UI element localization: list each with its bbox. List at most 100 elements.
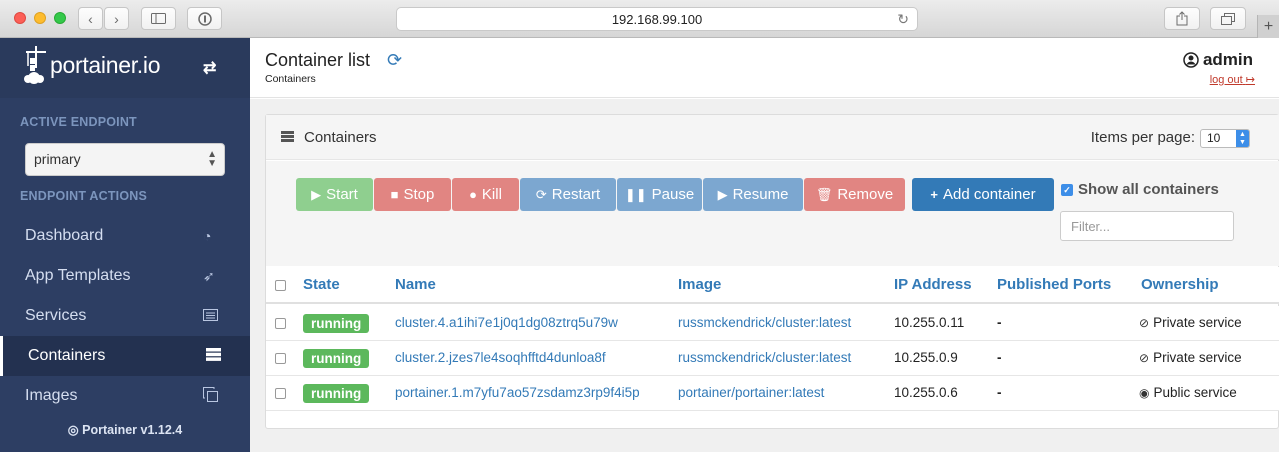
row-checkbox[interactable]	[275, 388, 286, 399]
published-ports: -	[997, 385, 1002, 400]
eye-slash-icon: ⊘	[1139, 315, 1150, 330]
list-alt-icon	[203, 308, 218, 324]
image-link[interactable]: portainer/portainer:latest	[678, 385, 824, 400]
close-window-button[interactable]	[14, 12, 26, 24]
sidebar-item-app-templates[interactable]: App Templates ➶	[0, 256, 250, 296]
panel-header: Containers Items per page: 10 ▲ ▼	[266, 115, 1279, 160]
select-caret-icon: ▲ ▼	[1236, 130, 1249, 147]
address-bar[interactable]: 192.168.99.100 ↻	[396, 7, 918, 31]
published-ports: -	[997, 315, 1002, 330]
sidebar: portainer.io ⇄ ACTIVE ENDPOINT primary ▲…	[0, 38, 250, 452]
show-all-containers-toggle[interactable]: ✓ Show all containers	[1061, 181, 1219, 198]
user-menu: admin	[1183, 50, 1253, 70]
pause-button[interactable]: ❚❚ Pause	[617, 178, 702, 211]
rocket-icon: ➶	[203, 267, 215, 284]
items-per-page-label: Items per page:	[1090, 129, 1195, 146]
table-header: State Name Image IP Address Published Po…	[266, 267, 1279, 304]
play-icon: ▶	[311, 186, 322, 202]
browser-toolbar: ‹ › 192.168.99.100 ↻ +	[0, 0, 1279, 38]
sidebar-item-label: Containers	[28, 347, 106, 364]
container-name-link[interactable]: portainer.1.m7yfu7ao57zsdamz3rp9f4i5p	[395, 385, 640, 400]
checkbox-checked-icon[interactable]: ✓	[1061, 183, 1073, 196]
app-version: ◎ Portainer v1.12.4	[0, 422, 250, 437]
eye-slash-icon: ⊘	[1139, 350, 1150, 365]
forward-button[interactable]: ›	[104, 7, 129, 30]
breadcrumb: Containers	[265, 73, 316, 85]
endpoint-select[interactable]: primary ▲ ▼	[25, 143, 225, 176]
column-header-state[interactable]: State	[303, 276, 340, 293]
username: admin	[1202, 50, 1253, 69]
column-header-name[interactable]: Name	[395, 276, 436, 293]
status-badge: running	[303, 349, 370, 368]
restart-button[interactable]: ⟳ Restart	[520, 178, 616, 211]
ip-address: 10.255.0.6	[894, 385, 958, 400]
container-name-link[interactable]: cluster.4.a1ihi7e1j0q1dg08ztrq5u79w	[395, 315, 618, 330]
main-content: Container list ⟳ Containers admin log ou…	[250, 38, 1279, 452]
container-name-link[interactable]: cluster.2.jzes7le4soqhfftd4dunloa8f	[395, 350, 606, 365]
sidebar-item-label: Dashboard	[25, 227, 104, 244]
sidebar-item-label: App Templates	[25, 267, 131, 284]
items-per-page-value: 10	[1207, 131, 1221, 145]
column-header-published-ports[interactable]: Published Ports	[997, 276, 1111, 293]
logout-link[interactable]: log out ↦	[1210, 73, 1255, 86]
show-all-label: Show all containers	[1078, 181, 1219, 198]
new-tab-button[interactable]: +	[1257, 15, 1279, 38]
stop-icon: ■	[390, 187, 399, 202]
sidebar-item-containers[interactable]: Containers	[0, 336, 250, 376]
row-checkbox[interactable]	[275, 318, 286, 329]
chevron-right-icon: ›	[114, 10, 119, 27]
start-button[interactable]: ▶ Start	[296, 178, 373, 211]
image-link[interactable]: russmckendrick/cluster:latest	[678, 315, 851, 330]
row-checkbox[interactable]	[275, 353, 286, 364]
ip-address: 10.255.0.11	[894, 315, 965, 330]
add-container-button[interactable]: + Add container	[912, 178, 1054, 211]
sidebar-item-services[interactable]: Services	[0, 296, 250, 336]
sidebar-item-dashboard[interactable]: Dashboard ◔	[0, 216, 250, 256]
column-header-ip-address[interactable]: IP Address	[894, 276, 972, 293]
containers-panel: Containers Items per page: 10 ▲ ▼ ▶ Start …	[265, 114, 1279, 429]
stop-button[interactable]: ■ Stop	[374, 178, 451, 211]
refresh-icon[interactable]: ⟳	[387, 50, 402, 71]
select-caret-icon: ▲ ▼	[207, 149, 217, 169]
status-badge: running	[303, 384, 370, 403]
eye-icon: ◉	[1139, 385, 1150, 400]
back-button[interactable]: ‹	[78, 7, 103, 30]
privacy-report-button[interactable]	[187, 7, 222, 30]
brand-bar: portainer.io ⇄	[0, 38, 250, 98]
sidebar-item-images[interactable]: Images	[0, 376, 250, 416]
server-icon	[281, 130, 294, 145]
page-title: Container list	[265, 50, 371, 70]
bomb-icon: ●	[469, 187, 477, 202]
filter-input[interactable]: Filter...	[1060, 211, 1234, 241]
endpoint-actions-header: ENDPOINT ACTIONS	[20, 189, 148, 203]
table-row: running cluster.2.jzes7le4soqhfftd4dunlo…	[266, 341, 1279, 376]
pause-icon: ❚❚	[624, 186, 647, 202]
sign-out-icon: ↦	[1245, 74, 1255, 86]
sidebar-icon	[151, 13, 166, 24]
sidebar-item-label: Images	[25, 387, 78, 404]
kill-button[interactable]: ● Kill	[452, 178, 519, 211]
reload-icon[interactable]: ↻	[897, 11, 909, 28]
remove-button[interactable]: 🗑 Remove	[804, 178, 905, 211]
ownership: ⊘ Private service	[1139, 350, 1242, 365]
sidebar-toggle-button[interactable]	[141, 7, 176, 30]
exchange-icon[interactable]: ⇄	[203, 58, 216, 78]
share-icon	[1176, 11, 1188, 26]
minimize-window-button[interactable]	[34, 12, 46, 24]
select-all-checkbox[interactable]	[275, 280, 286, 291]
url-text: 192.168.99.100	[611, 11, 703, 27]
image-link[interactable]: russmckendrick/cluster:latest	[678, 350, 851, 365]
table-row: running portainer.1.m7yfu7ao57zsdamz3rp9…	[266, 376, 1279, 411]
column-header-image[interactable]: Image	[678, 276, 721, 293]
zoom-window-button[interactable]	[54, 12, 66, 24]
resume-button[interactable]: ▶ Resume	[703, 178, 803, 211]
plus-icon: +	[1263, 17, 1274, 35]
items-per-page-select[interactable]: 10 ▲ ▼	[1200, 129, 1250, 148]
trash-icon: 🗑	[815, 186, 833, 202]
version-text: Portainer v1.12.4	[82, 423, 183, 437]
plus-icon: +	[930, 187, 938, 202]
column-header-ownership[interactable]: Ownership	[1141, 276, 1219, 293]
share-button[interactable]	[1164, 7, 1200, 30]
github-icon: ◎	[67, 423, 79, 437]
tabs-overview-button[interactable]	[1210, 7, 1246, 30]
